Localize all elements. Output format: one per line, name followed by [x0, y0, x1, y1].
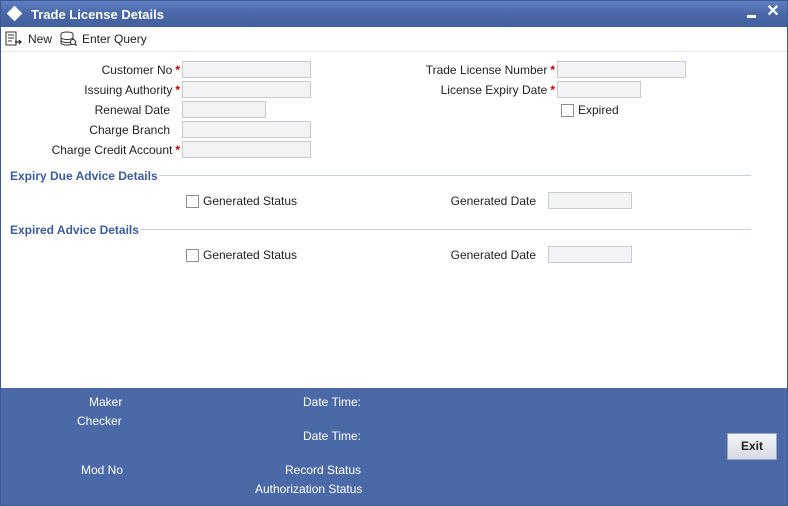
charge-branch-input[interactable] — [182, 121, 311, 138]
minimize-button[interactable] — [743, 3, 761, 23]
checker-date-time-label: Date Time: — [303, 429, 362, 443]
required-mark: * — [175, 83, 180, 97]
charge-credit-account-input[interactable] — [182, 141, 311, 158]
expiry-due-generated-date-input[interactable] — [548, 192, 632, 209]
expired-generated-date-input[interactable] — [548, 246, 632, 263]
required-mark: * — [175, 143, 180, 157]
expiry-due-generated-status-label: Generated Status — [203, 194, 298, 208]
expiry-due-generated-status-group: Generated Status — [186, 194, 297, 208]
expiry-due-generated-date-label: Generated Date — [450, 194, 536, 208]
license-expiry-date-label: License Expiry Date * — [361, 83, 555, 97]
mod-no-label: Mod No — [81, 463, 124, 477]
close-button[interactable]: ✕ — [764, 3, 782, 23]
new-record-icon — [5, 31, 22, 46]
maker-label: Maker — [89, 395, 123, 409]
record-status-label: Record Status — [285, 463, 362, 477]
enter-query-icon — [60, 31, 77, 46]
expired-advice-section-title: Expired Advice Details — [10, 223, 139, 237]
required-mark: * — [550, 83, 555, 97]
new-button[interactable]: New — [5, 30, 52, 48]
expired-generated-date-label: Generated Date — [450, 248, 536, 262]
minimize-icon — [747, 15, 756, 18]
enter-query-button[interactable]: Enter Query — [60, 30, 147, 48]
new-button-label: New — [28, 32, 53, 46]
required-mark: * — [175, 63, 180, 77]
license-expiry-date-input[interactable] — [557, 81, 641, 98]
required-mark: * — [550, 63, 555, 77]
expired-generated-status-checkbox[interactable] — [186, 248, 199, 262]
section-divider — [141, 229, 751, 230]
expired-checkbox-group: Expired — [561, 103, 619, 117]
license-expiry-date-label-text: License Expiry Date — [440, 83, 548, 97]
customer-no-label: Customer No * — [21, 63, 180, 77]
issuing-authority-label: Issuing Authority * — [21, 83, 180, 97]
customer-no-input[interactable] — [182, 61, 311, 78]
trade-license-number-label: Trade License Number * — [361, 63, 555, 77]
checker-label: Checker — [77, 414, 122, 428]
expiry-due-advice-section-title: Expiry Due Advice Details — [10, 169, 158, 183]
enter-query-label: Enter Query — [82, 32, 147, 46]
toolbar: New Enter Query — [1, 27, 787, 52]
window-diamond-icon — [6, 5, 23, 22]
audit-footer: Maker Checker Mod No Date Time: Date Tim… — [1, 388, 787, 505]
charge-credit-account-label-text: Charge Credit Account — [51, 143, 173, 157]
trade-license-details-window: Trade License Details ✕ New Enter Query … — [0, 0, 788, 506]
issuing-authority-input[interactable] — [182, 81, 311, 98]
customer-no-label-text: Customer No — [101, 63, 173, 77]
expired-label: Expired — [578, 103, 619, 117]
charge-credit-account-label: Charge Credit Account * — [11, 143, 180, 157]
maker-date-time-label: Date Time: — [303, 395, 362, 409]
section-divider — [159, 175, 751, 176]
trade-license-number-input[interactable] — [557, 61, 686, 78]
expired-generated-status-group: Generated Status — [186, 248, 297, 262]
renewal-date-input[interactable] — [182, 101, 266, 118]
close-icon: ✕ — [766, 3, 780, 20]
renewal-date-label: Renewal Date — [94, 103, 170, 117]
window-title: Trade License Details — [31, 7, 164, 22]
trade-license-number-label-text: Trade License Number — [425, 63, 548, 77]
issuing-authority-label-text: Issuing Authority — [84, 83, 173, 97]
exit-button[interactable]: Exit — [727, 433, 777, 460]
expired-generated-status-label: Generated Status — [203, 248, 298, 262]
expired-checkbox[interactable] — [561, 103, 574, 117]
expiry-due-generated-status-checkbox[interactable] — [186, 194, 199, 208]
title-bar[interactable]: Trade License Details ✕ — [1, 1, 787, 27]
charge-branch-label: Charge Branch — [89, 123, 170, 137]
authorization-status-label: Authorization Status — [255, 482, 363, 496]
